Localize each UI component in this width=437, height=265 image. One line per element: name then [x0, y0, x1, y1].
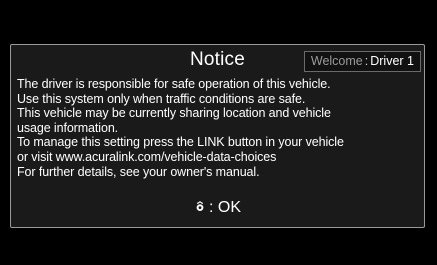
ok-label: : OK — [208, 199, 241, 216]
screen: Notice Welcome: Driver 1 The driver is re… — [0, 0, 437, 265]
welcome-label: Welcome — [310, 54, 363, 68]
message-line: or visit www.acuralink.com/vehicle-data-… — [17, 149, 277, 164]
message-line: Use this system only when traffic condit… — [17, 91, 306, 106]
welcome-driver-badge: Welcome: Driver 1 — [303, 51, 421, 72]
driver-name: Driver 1 — [370, 54, 414, 68]
notice-message: The driver is responsible for safe opera… — [17, 77, 420, 179]
message-line: usage information. — [17, 120, 119, 135]
ok-button[interactable]: : OK — [11, 198, 424, 218]
message-line: This vehicle may be currently sharing lo… — [17, 106, 331, 121]
interface-dial-icon — [194, 199, 206, 211]
message-line: The driver is responsible for safe opera… — [17, 77, 331, 91]
message-line: For further details, see your owner's ma… — [17, 164, 260, 179]
message-line: To manage this setting press the LINK bu… — [17, 135, 344, 150]
notice-dialog: Notice Welcome: Driver 1 The driver is re… — [10, 44, 425, 228]
